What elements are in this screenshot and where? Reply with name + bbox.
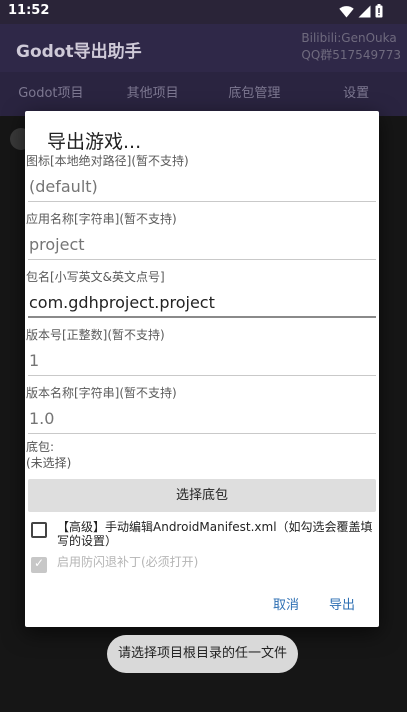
credit-bilibili: Bilibili:GenOuka bbox=[301, 31, 397, 45]
dialog-actions: 取消 导出 bbox=[273, 594, 355, 613]
patch-checkbox: ✓ bbox=[31, 556, 47, 573]
credit-qq: QQ群517549773 bbox=[301, 48, 401, 62]
manifest-checkbox-row[interactable]: 【高级】手动编辑AndroidManifest.xml（如勾选会覆盖填写的设置） bbox=[31, 520, 375, 548]
app-title: Godot导出助手 bbox=[16, 42, 142, 62]
wifi-icon bbox=[339, 5, 354, 17]
tab-bar: Godot项目 其他项目 底包管理 设置 bbox=[0, 72, 407, 116]
status-time: 11:52 bbox=[8, 3, 50, 18]
manifest-checkbox-label: 【高级】手动编辑AndroidManifest.xml（如勾选会覆盖填写的设置） bbox=[57, 520, 373, 548]
tab-other-projects[interactable]: 其他项目 bbox=[102, 72, 204, 116]
tab-base-packages[interactable]: 底包管理 bbox=[204, 72, 306, 116]
package-name-input[interactable] bbox=[28, 288, 376, 318]
select-base-package-button[interactable]: 选择底包 bbox=[28, 479, 376, 512]
status-icons bbox=[339, 4, 383, 18]
toast-message: 请选择项目根目录的任一文件 bbox=[107, 635, 298, 673]
cancel-button[interactable]: 取消 bbox=[273, 594, 299, 613]
version-code-input[interactable] bbox=[28, 346, 376, 376]
battery-icon bbox=[375, 4, 383, 18]
check-icon: ✓ bbox=[34, 556, 45, 570]
base-package-value: (未选择) bbox=[26, 456, 72, 470]
app-name-input[interactable] bbox=[28, 230, 376, 260]
manifest-checkbox[interactable] bbox=[31, 522, 47, 538]
dialog-title: 导出游戏... bbox=[47, 131, 142, 153]
base-package-label: 底包: bbox=[26, 440, 55, 454]
status-bar: 11:52 bbox=[0, 0, 407, 24]
icon-path-label: 图标[本地绝对路径](暂不支持) bbox=[26, 154, 189, 168]
app-bar: Godot导出助手 Bilibili:GenOuka QQ群517549773 bbox=[0, 24, 407, 72]
signal-icon bbox=[358, 5, 371, 17]
tab-godot-projects[interactable]: Godot项目 bbox=[0, 72, 102, 116]
tab-settings[interactable]: 设置 bbox=[305, 72, 407, 116]
version-name-label: 版本名称[字符串](暂不支持) bbox=[26, 386, 177, 400]
version-name-input[interactable] bbox=[28, 404, 376, 434]
patch-checkbox-label: 启用防闪退补丁(必须打开) bbox=[57, 555, 199, 569]
patch-checkbox-row: ✓ 启用防闪退补丁(必须打开) bbox=[31, 555, 375, 573]
export-button[interactable]: 导出 bbox=[329, 594, 355, 613]
icon-path-input[interactable] bbox=[28, 172, 376, 202]
version-code-label: 版本号[正整数](暂不支持) bbox=[26, 328, 165, 342]
export-dialog: 导出游戏... 图标[本地绝对路径](暂不支持) 应用名称[字符串](暂不支持)… bbox=[25, 111, 379, 627]
app-name-label: 应用名称[字符串](暂不支持) bbox=[26, 212, 177, 226]
package-name-label: 包名[小写英文&英文点号] bbox=[26, 270, 165, 284]
app-credit: Bilibili:GenOuka QQ群517549773 bbox=[301, 30, 401, 64]
base-package-info: 底包: (未选择) bbox=[26, 439, 71, 471]
